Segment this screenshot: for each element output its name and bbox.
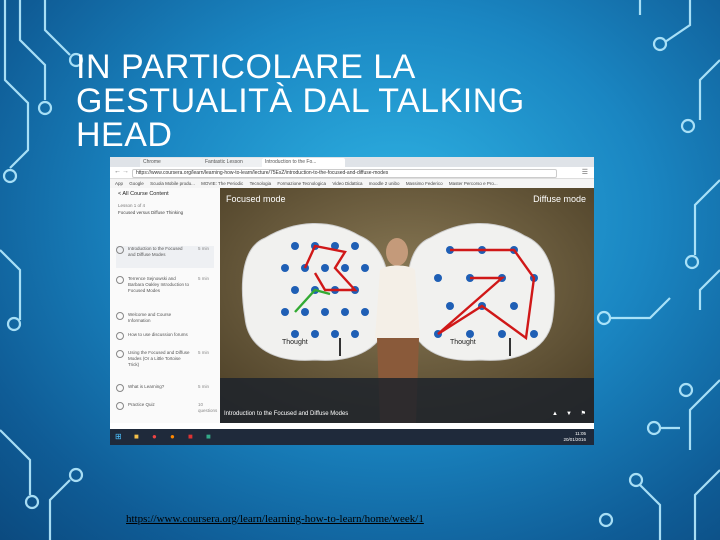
flag-icon[interactable]: ⚑ [581, 410, 586, 417]
firefox-icon[interactable]: ● [170, 432, 175, 441]
bookmark[interactable]: Formazione Tecnologica [277, 179, 326, 188]
start-icon[interactable]: ⊞ [115, 432, 122, 441]
browser-tab-active[interactable]: Introduction to the Fo... [262, 158, 345, 167]
bookmark[interactable]: Video Didattica [332, 179, 362, 188]
play-icon [116, 384, 124, 392]
folder-icon[interactable]: ■ [134, 432, 139, 441]
bookmark[interactable]: moodle 2 unibo [369, 179, 400, 188]
bookmark[interactable]: App [115, 179, 123, 188]
bookmark[interactable]: Google [129, 179, 144, 188]
slide-title: IN PARTICOLARE LA GESTUALITÀ DAL TALKING… [76, 48, 525, 154]
reading-icon [116, 332, 124, 340]
clock-date: 20/01/2016 [563, 436, 586, 442]
play-icon [116, 350, 124, 358]
focused-mode-label: Focused mode [226, 194, 286, 204]
browser-tab[interactable]: Chrome [140, 158, 203, 167]
taskbar-clock: 11:05 20/01/2016 [563, 431, 586, 442]
windows-taskbar: ⊞ ■ ● ● ■ ■ 11:05 20/01/2016 [110, 429, 594, 445]
dislike-icon[interactable]: ▼ [566, 411, 572, 417]
bookmark[interactable]: Massimo Federico [406, 179, 443, 188]
presenter-body [375, 265, 420, 338]
back-icon[interactable]: ← [114, 168, 121, 175]
play-icon [116, 276, 124, 284]
browser-tab-bar: Chrome Fantastic Lesson Introduction to … [110, 157, 594, 167]
bookmark[interactable]: Master Percorso e Pro... [449, 179, 498, 188]
lesson-item[interactable]: Introduction to the Focused and Diffuse … [116, 246, 214, 268]
bookmark[interactable]: Scuola Mobile produ... [150, 179, 195, 188]
thought-label-right: Thought [450, 339, 476, 346]
menu-icon[interactable]: ☰ [582, 168, 588, 176]
quiz-icon [116, 402, 124, 410]
diffuse-mode-label: Diffuse mode [533, 194, 586, 204]
app-icon[interactable]: ■ [206, 432, 211, 441]
course-sidebar: < All Course Content Lesson 1 of 4 Focus… [110, 188, 221, 423]
address-bar-row: ← → https://www.coursera.org/learn/learn… [110, 167, 594, 179]
url-field[interactable]: https://www.coursera.org/learn/learning-… [132, 169, 557, 178]
source-link[interactable]: https://www.coursera.org/learn/learning-… [126, 513, 424, 525]
reading-icon [116, 312, 124, 320]
forward-icon[interactable]: → [122, 168, 129, 175]
video-player[interactable]: Focused mode Diffuse mode Thought Though… [220, 188, 594, 423]
like-icon[interactable]: ▲ [552, 411, 558, 417]
video-frame [220, 188, 594, 423]
bookmark[interactable]: Tecnologia [250, 179, 272, 188]
thought-label-left: Thought [282, 339, 308, 346]
video-title: Introduction to the Focused and Diffuse … [224, 411, 349, 417]
lesson-number: Lesson 1 of 4 [118, 203, 146, 208]
presenter-head [386, 238, 408, 266]
chrome-icon[interactable]: ● [152, 432, 157, 441]
embedded-screenshot: Chrome Fantastic Lesson Introduction to … [110, 157, 594, 445]
browser-tab[interactable]: Fantastic Lesson [202, 158, 263, 167]
bookmark[interactable]: MOVIE: The Periodic [201, 179, 243, 188]
all-course-content-link[interactable]: < All Course Content [110, 188, 220, 201]
lesson-title: Focused versus Diffuse Thinking [118, 210, 184, 215]
app-icon[interactable]: ■ [188, 432, 193, 441]
play-icon [116, 246, 124, 254]
